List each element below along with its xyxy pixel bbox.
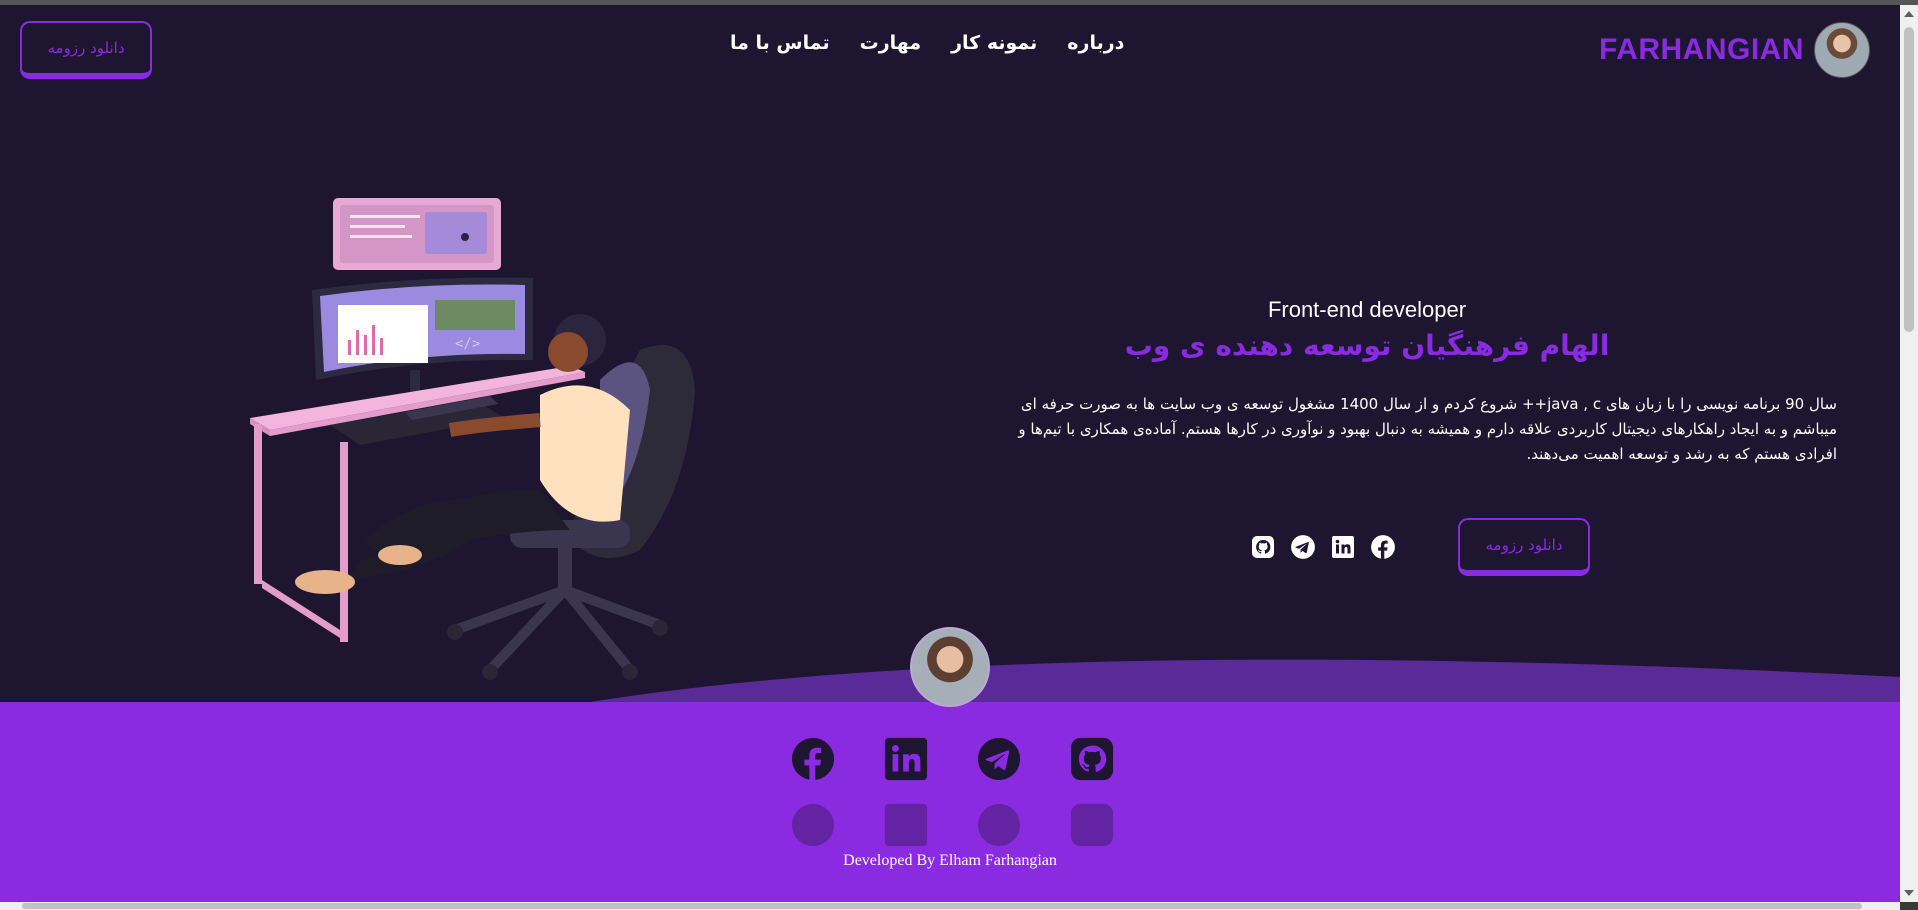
facebook-icon[interactable] (1370, 534, 1396, 560)
telegram-icon (976, 802, 1022, 848)
nav-link-contact[interactable]: تماس با ما (730, 32, 830, 54)
footer-credit: Developed By Elham Farhangian (843, 852, 1057, 869)
hero-social-links (1250, 534, 1410, 560)
brand-name: FARHANGIAN (1599, 33, 1804, 66)
footer-avatar (910, 627, 990, 707)
telegram-icon[interactable] (976, 736, 1022, 782)
github-icon[interactable] (1069, 736, 1115, 782)
vertical-scrollbar[interactable] (1900, 5, 1918, 902)
vertical-scroll-thumb[interactable] (1904, 27, 1914, 332)
page-viewport: دانلود رزومه درباره نمونه کار مهارت تماس… (0, 5, 1900, 902)
hero-headline: الهام فرهنگیان توسعه دهنده ی وب (1124, 329, 1610, 362)
footer-icons-reflection (790, 802, 1162, 848)
horizontal-scrollbar[interactable] (0, 902, 1900, 910)
hero-actions: دانلود رزومه (1250, 518, 1590, 576)
developer-illustration: </> (250, 198, 695, 680)
horizontal-scroll-thumb[interactable] (22, 903, 1862, 909)
download-resume-button[interactable]: دانلود رزومه (20, 21, 152, 79)
nav-link-skills[interactable]: مهارت (860, 32, 921, 54)
scroll-up-arrow-icon[interactable] (1904, 11, 1914, 17)
bio-paragraph: سال 90 برنامه نویسی را با زبان های java … (1018, 395, 1837, 463)
linkedin-icon[interactable] (883, 736, 929, 782)
facebook-icon[interactable] (790, 736, 836, 782)
nav-link-portfolio[interactable]: نمونه کار (951, 32, 1037, 54)
avatar (1814, 22, 1870, 78)
hero-text: Front-end developer الهام فرهنگیان توسعه… (977, 297, 1837, 467)
scroll-down-arrow-icon[interactable] (1904, 890, 1914, 896)
brand[interactable]: FARHANGIAN (1599, 22, 1870, 78)
telegram-icon[interactable] (1290, 534, 1316, 560)
main-nav: درباره نمونه کار مهارت تماس با ما (700, 32, 1124, 54)
github-icon (1069, 802, 1115, 848)
linkedin-icon[interactable] (1330, 534, 1356, 560)
facebook-icon (790, 802, 836, 848)
linkedin-icon (883, 802, 929, 848)
footer-social-links (790, 736, 1162, 782)
role-title: Front-end developer (1267, 297, 1467, 322)
nav-link-about[interactable]: درباره (1067, 32, 1124, 54)
svg-text:</>: </> (455, 336, 480, 352)
github-icon[interactable] (1250, 534, 1276, 560)
hero-download-resume-button[interactable]: دانلود رزومه (1458, 518, 1590, 576)
